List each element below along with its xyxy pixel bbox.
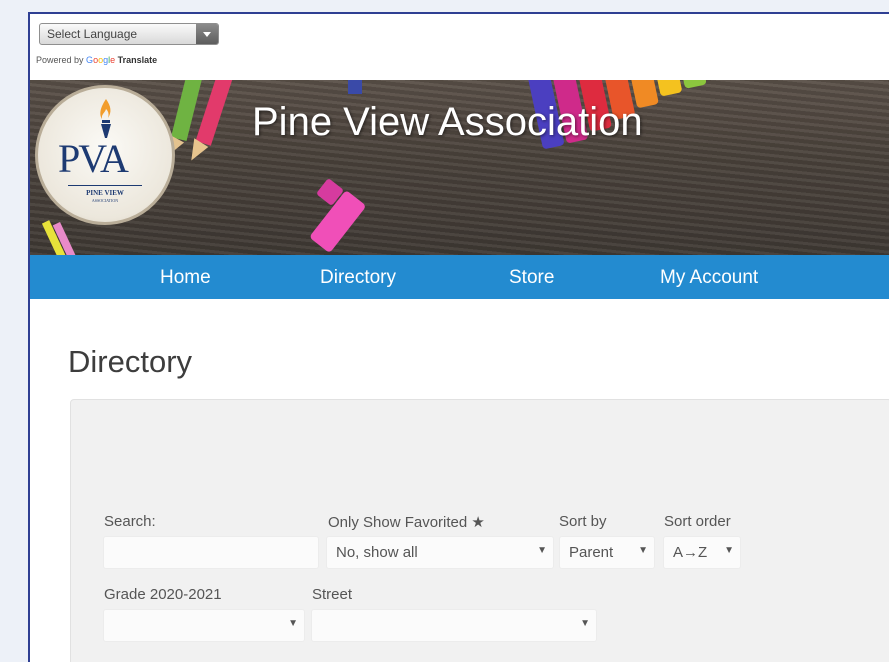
pva-logo[interactable]: PVA PINE VIEW ASSOCIATION bbox=[35, 85, 175, 225]
chevron-down-icon: ▼ bbox=[638, 545, 648, 556]
sort-order-label: Sort order bbox=[664, 513, 731, 530]
chevron-down-icon: ▼ bbox=[724, 545, 734, 556]
sort-by-select[interactable]: Parent ▼ bbox=[559, 536, 655, 569]
search-input[interactable] bbox=[103, 536, 319, 569]
chevron-down-icon: ▼ bbox=[580, 618, 590, 629]
sort-by-value: Parent bbox=[569, 544, 614, 561]
favorited-value: No, show all bbox=[336, 544, 418, 561]
directory-filter-panel: Search: Only Show Favorited ★ No, show a… bbox=[70, 399, 889, 662]
powered-by-google-translate[interactable]: Powered by Google Translate bbox=[36, 55, 157, 65]
nav-my-account[interactable]: My Account bbox=[660, 267, 758, 289]
torch-icon bbox=[100, 99, 111, 138]
logo-letters: PVA bbox=[58, 136, 129, 181]
header-banner: PVA PINE VIEW ASSOCIATION Pine View Asso… bbox=[30, 80, 889, 255]
language-select[interactable]: Select Language bbox=[39, 23, 219, 45]
logo-subtitle-small: ASSOCIATION bbox=[91, 198, 119, 203]
chevron-down-icon: ▼ bbox=[537, 545, 547, 556]
sort-order-select[interactable]: A→Z ▼ bbox=[663, 536, 741, 569]
logo-subtitle: PINE VIEW bbox=[86, 189, 124, 197]
street-label: Street bbox=[312, 586, 353, 603]
nav-home[interactable]: Home bbox=[160, 267, 211, 289]
sort-by-label: Sort by bbox=[559, 513, 607, 530]
translate-word: Translate bbox=[117, 55, 158, 65]
page-title: Directory bbox=[68, 344, 193, 379]
nav-store[interactable]: Store bbox=[509, 267, 554, 289]
sort-order-value: A→Z bbox=[673, 544, 708, 561]
grade-select[interactable]: ▼ bbox=[103, 609, 305, 642]
language-select-label: Select Language bbox=[47, 27, 138, 41]
favorited-select[interactable]: No, show all ▼ bbox=[326, 536, 554, 569]
favorited-label: Only Show Favorited ★ bbox=[328, 514, 485, 531]
powered-by-text: Powered by bbox=[36, 55, 84, 65]
nav-directory[interactable]: Directory bbox=[320, 267, 396, 289]
search-label: Search: bbox=[104, 513, 156, 530]
main-nav: Home Directory Store My Account bbox=[30, 255, 889, 299]
logo-divider bbox=[68, 185, 142, 186]
street-select[interactable]: ▼ bbox=[311, 609, 597, 642]
grade-label: Grade 2020-2021 bbox=[104, 586, 222, 603]
site-title[interactable]: Pine View Association bbox=[252, 100, 643, 145]
chevron-down-icon: ▼ bbox=[288, 618, 298, 629]
chevron-down-icon bbox=[196, 24, 218, 44]
google-logo: Google bbox=[86, 55, 116, 65]
browser-page: Select Language Powered by Google Transl… bbox=[28, 12, 889, 662]
